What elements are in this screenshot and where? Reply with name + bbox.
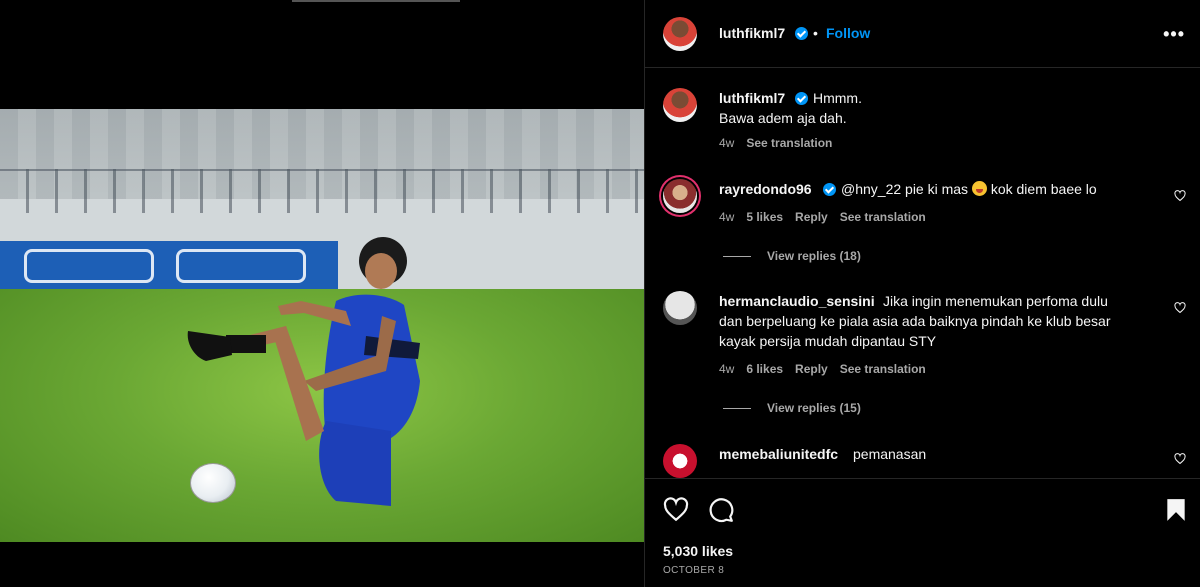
comment-text-part: kok diem baee lo [986,181,1097,197]
post-date[interactable]: October 8 [663,565,724,576]
comment-age: 4w [719,362,735,376]
caption-age: 4w [719,136,735,150]
comment-username[interactable]: hermanclaudio_sensini [719,293,875,309]
comment-bubble-icon[interactable] [708,497,734,523]
bookmark-icon[interactable] [1163,497,1189,523]
more-options-icon[interactable]: ••• [1163,24,1185,45]
see-translation-link[interactable]: See translation [840,210,926,224]
comment-age: 4w [719,210,735,224]
caption-author-avatar[interactable] [663,88,697,122]
replies-divider [723,407,751,409]
comment-likes-count[interactable]: 5 likes [746,210,783,224]
comment-text-line-3: kayak persija mudah dipantau STY [719,333,937,349]
post-photo[interactable] [0,109,644,542]
caption-text: Hmmm. [813,90,862,106]
reply-button[interactable]: Reply [795,362,828,376]
caption-username[interactable]: luthfikml7 [719,90,785,106]
view-replies-button[interactable]: View replies (15) [723,401,861,415]
caption-text-line-2: Bawa adem aja dah. [719,110,847,126]
comment-text: @hny_22 pie ki mas kok diem baee lo [841,179,1097,199]
post-actions: 5,030 likes October 8 [645,478,1200,587]
verified-badge-icon [795,92,808,105]
comment-username[interactable]: rayredondo96 [719,181,812,197]
comment-text-part: @hny_22 pie ki mas [841,181,972,197]
post-header: luthfikml7 • Follow ••• [645,0,1200,68]
separator-dot: • [813,25,818,41]
commenter-avatar[interactable] [663,444,697,478]
caption-meta: 4w See translation [719,136,832,150]
reply-button[interactable]: Reply [795,210,828,224]
comment-meta: 4w 5 likes Reply See translation [719,210,926,224]
replies-divider [723,255,751,257]
verified-badge-icon [795,27,808,40]
comment-text-line-2: dan berpeluang ke piala asia ada baiknya… [719,313,1111,329]
post-side-panel: luthfikml7 • Follow ••• luthfikml7 Hmmm.… [644,0,1200,587]
comment-likes-count[interactable]: 6 likes [746,362,783,376]
view-replies-button[interactable]: View replies (18) [723,249,861,263]
follow-button[interactable]: Follow [826,25,870,41]
soccer-ball [190,463,236,503]
view-replies-label: View replies (15) [767,401,861,415]
see-translation-link[interactable]: See translation [746,136,832,150]
comment-like-heart-icon[interactable] [1174,302,1186,314]
media-progress-bar [292,0,460,2]
stadium-railing [0,169,644,213]
verified-badge-icon [823,183,836,196]
see-translation-link[interactable]: See translation [840,362,926,376]
comment-text: Jika ingin menemukan perfoma dulu [883,293,1108,309]
comment-meta: 4w 6 likes Reply See translation [719,362,926,376]
commenter-avatar[interactable] [663,179,697,213]
heart-icon[interactable] [663,497,689,523]
author-avatar[interactable] [663,17,697,51]
comment-text: pemanasan [853,446,927,462]
likes-count[interactable]: 5,030 likes [663,543,733,559]
comment-like-heart-icon[interactable] [1174,190,1186,202]
commenter-avatar[interactable] [663,291,697,325]
author-username[interactable]: luthfikml7 [719,25,785,41]
comment-username[interactable]: memebaliunitedfc [719,446,838,462]
emoji-icon [971,181,987,196]
comment-like-heart-icon[interactable] [1174,453,1186,465]
view-replies-label: View replies (18) [767,249,861,263]
banner-logo [24,249,154,283]
post-media[interactable] [0,0,644,587]
